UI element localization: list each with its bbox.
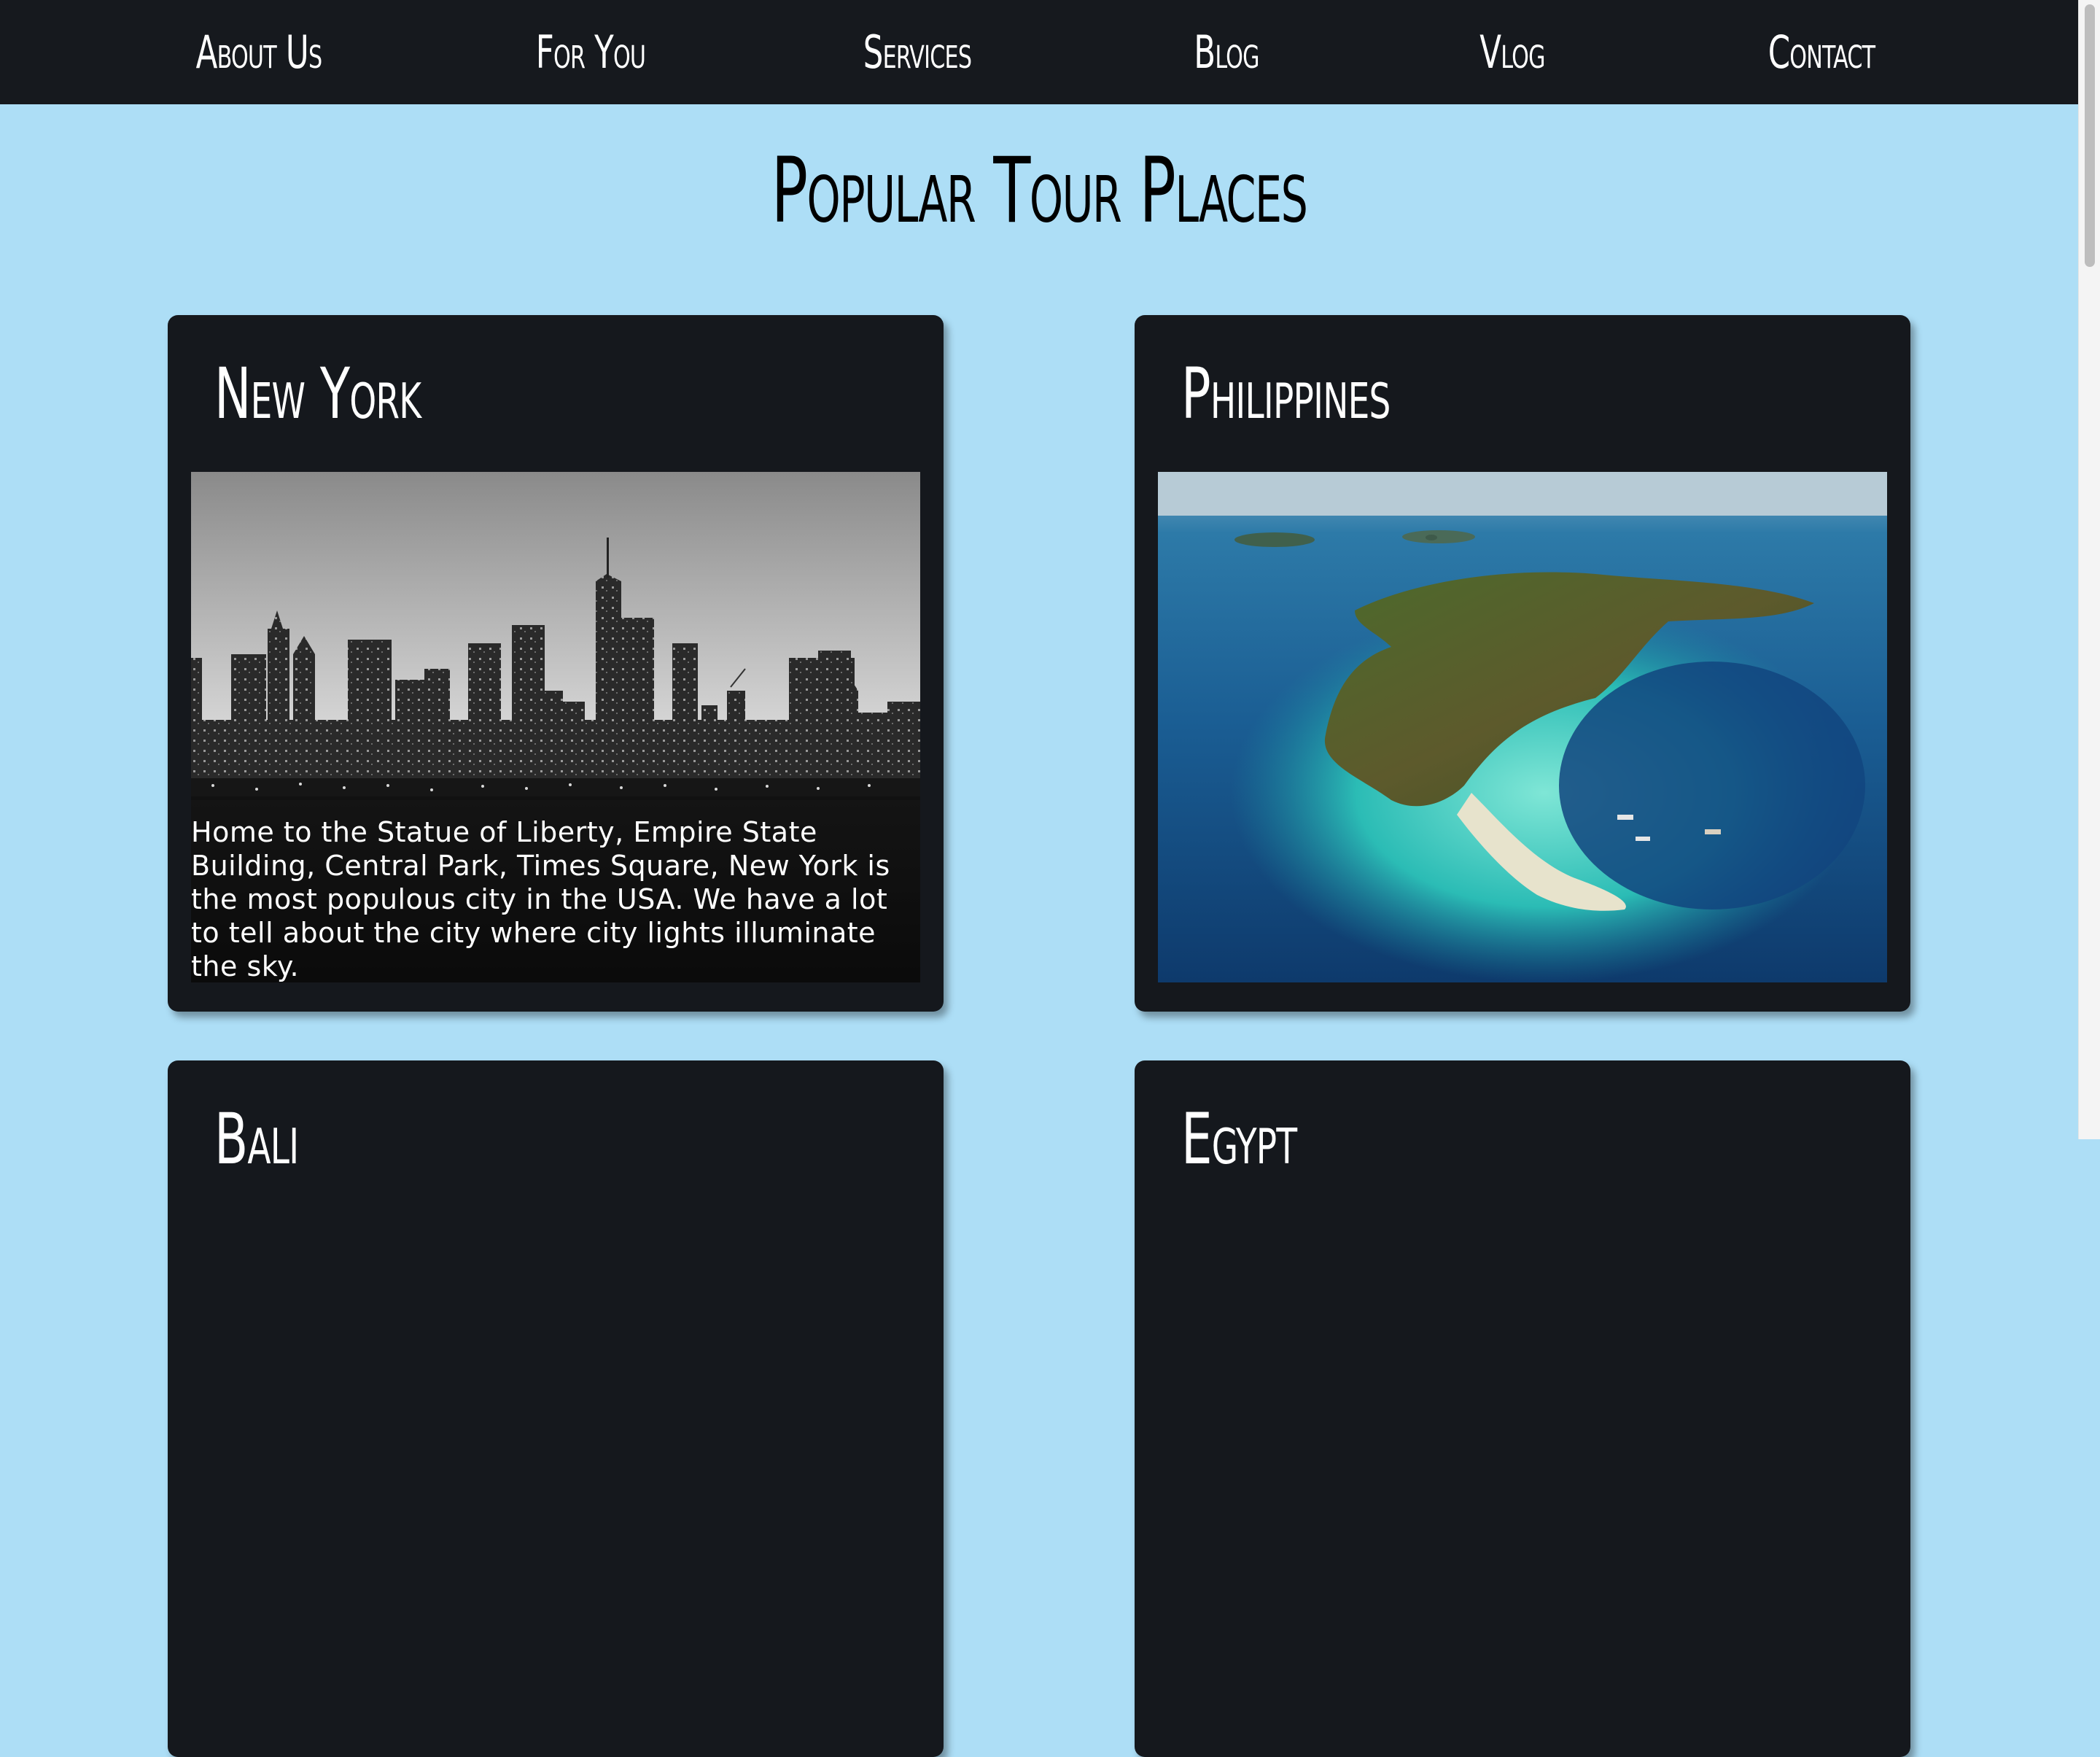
card-egypt[interactable]: Egypt: [1135, 1060, 1910, 1757]
card-title: New York: [214, 353, 421, 435]
scrollbar-thumb[interactable]: [2085, 4, 2095, 267]
nav-for-you[interactable]: For You: [536, 0, 646, 104]
nav-about-us[interactable]: About Us: [196, 0, 323, 104]
nav-blog[interactable]: Blog: [1194, 0, 1259, 104]
top-nav: About Us For You Services Blog Vlog Cont…: [0, 0, 2078, 104]
page-scrollbar[interactable]: [2078, 0, 2100, 1139]
card-title: Bali: [214, 1098, 299, 1180]
card-bali[interactable]: Bali: [168, 1060, 944, 1757]
card-caption-text: Home to the Statue of Liberty, Empire St…: [191, 816, 890, 982]
card-title: Egypt: [1181, 1098, 1297, 1180]
philippines-island-image: [1158, 472, 1887, 982]
card-philippines[interactable]: Philippines: [1135, 315, 1910, 1012]
nav-services[interactable]: Services: [863, 0, 972, 104]
page-title: Popular Tour Places: [771, 139, 1308, 244]
card-title: Philippines: [1181, 353, 1391, 435]
nav-vlog[interactable]: Vlog: [1479, 0, 1545, 104]
new-york-skyline-image: Home to the Statue of Liberty, Empire St…: [191, 472, 920, 982]
card-caption: Home to the Statue of Liberty, Empire St…: [191, 796, 920, 982]
card-new-york[interactable]: New York Home to the Statue of Liberty, …: [168, 315, 944, 1012]
nav-contact[interactable]: Contact: [1768, 0, 1875, 104]
island-illustration: [1158, 472, 1887, 982]
